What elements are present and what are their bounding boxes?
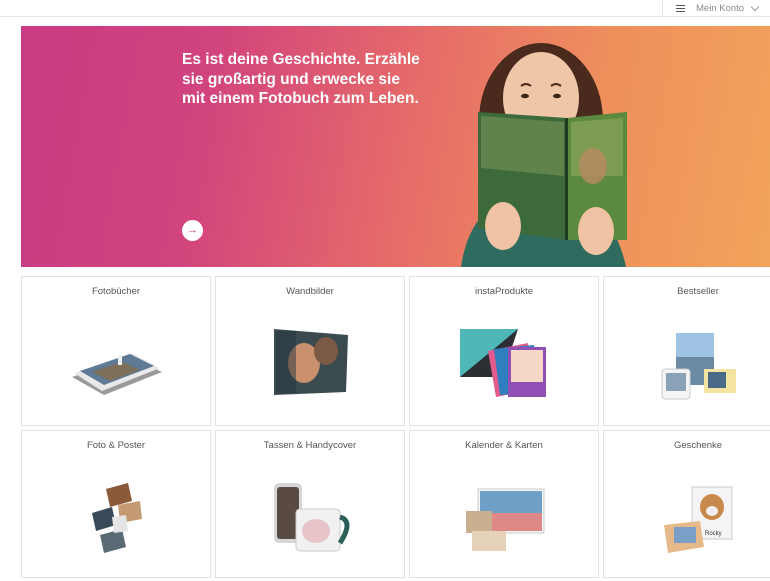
hamburger-menu-icon (676, 4, 685, 13)
photobook-product-image (72, 353, 162, 395)
gifts-image: Rocky (664, 486, 733, 553)
photo-prints-image (92, 483, 142, 553)
mugs-phonecases-image (274, 483, 350, 552)
hero-arrow-button[interactable]: → (182, 220, 203, 241)
category-tile-wandbilder[interactable]: Wandbilder (215, 276, 405, 426)
category-tile-geschenke[interactable]: Geschenke Rocky (603, 430, 770, 578)
category-tile-kalender-karten[interactable]: Kalender & Karten (409, 430, 599, 578)
account-label: Mein Konto (696, 3, 745, 14)
category-tile-instaprodukte[interactable]: instaProdukte (409, 276, 599, 426)
category-tile-tassen-handycover[interactable]: Tassen & Handycover (215, 430, 405, 578)
category-tile-bestseller[interactable]: Bestseller (603, 276, 770, 426)
account-menu-button[interactable]: Mein Konto (662, 0, 770, 17)
hero-woman-with-photobook-image (461, 43, 627, 267)
category-tile-fotobuecher[interactable]: Fotobücher (21, 276, 211, 426)
gift-card-caption: Rocky (705, 531, 722, 537)
bestseller-products-image (661, 333, 736, 400)
instaproducts-image (460, 329, 546, 397)
category-tile-foto-poster[interactable]: Foto & Poster (21, 430, 211, 578)
wall-art-product-image (274, 329, 348, 395)
calendars-cards-image (466, 488, 545, 551)
hero-headline: Es ist deine Geschichte. Erzähle sie gro… (182, 51, 420, 107)
top-bar: Mein Konto (0, 0, 770, 17)
hero-banner[interactable]: Es ist deine Geschichte. Erzähle sie gro… (21, 26, 770, 267)
chevron-down-icon (750, 2, 760, 12)
